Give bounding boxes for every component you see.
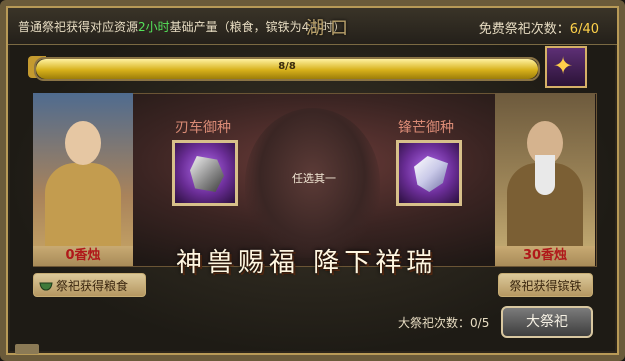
right-portrait [495, 93, 595, 265]
left-incense-cost: 0香烛 [33, 246, 133, 266]
reward-chest-button[interactable]: ✦ [545, 46, 587, 88]
blessing-slogan: 神兽赐福 降下祥瑞 [176, 248, 438, 278]
progress-label: 8/8 [278, 61, 296, 72]
sacrifice-food-button[interactable]: 祭祀获得粮食 [33, 273, 146, 297]
option-title-2: 锋芒御种 [398, 120, 454, 136]
sacrifice-iron-button[interactable]: 祭祀获得镔铁 [498, 273, 593, 297]
free-count-value: 6/40 [569, 22, 599, 37]
right-incense-cost: 30香烛 [495, 246, 595, 266]
hours-highlight: 2小时 [138, 20, 170, 34]
option-slot-1[interactable] [172, 140, 238, 206]
header-bar: 普通祭祀获得对应资源2小时基础产量（粮食，镔铁为4小时） 湖口 免费祭祀次数：6… [8, 8, 617, 45]
page-title: 湖口 [306, 18, 354, 39]
grand-sacrifice-count: 大祭祀次数：0/5 [398, 316, 490, 330]
ore-icon [190, 156, 224, 192]
bowl-icon [39, 282, 53, 291]
option-slot-2[interactable] [396, 140, 462, 206]
option-title-1: 刃车御种 [175, 120, 231, 136]
choose-one-text: 任选其一 [292, 172, 336, 185]
left-portrait [33, 93, 133, 265]
progress-bar: 8/8 [34, 57, 540, 81]
crystal-icon [414, 156, 448, 192]
free-sacrifice-count: 免费祭祀次数：6/40 [478, 22, 599, 37]
dragon-icon: ✦ [553, 52, 574, 80]
grand-sacrifice-button[interactable]: 大祭祀 [501, 306, 593, 338]
corner-ornament [15, 344, 39, 354]
